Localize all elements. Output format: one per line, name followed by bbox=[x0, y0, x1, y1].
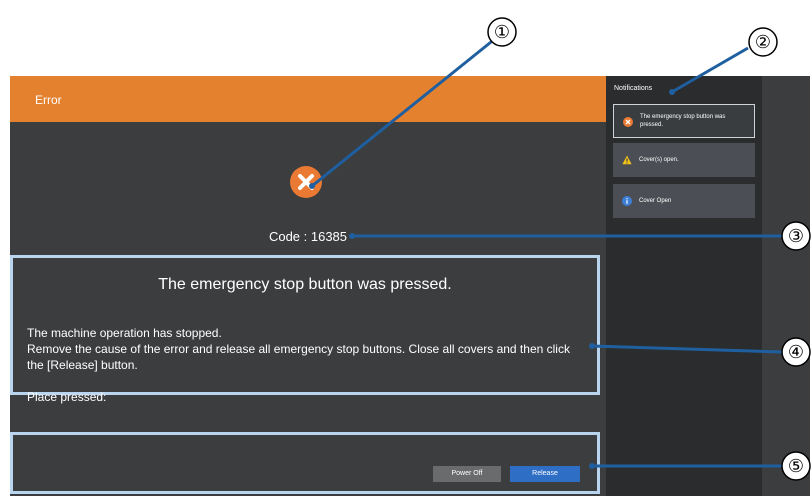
error-message-panel: The emergency stop button was pressed. T… bbox=[10, 255, 600, 404]
warning-icon bbox=[622, 155, 632, 165]
power-off-button[interactable]: Power Off bbox=[433, 466, 501, 482]
notification-text: Cover Open bbox=[639, 198, 672, 204]
info-icon bbox=[622, 196, 632, 206]
callout-marker-2: ② bbox=[748, 27, 778, 57]
error-message-title: The emergency stop button was pressed. bbox=[158, 276, 452, 293]
message-line: the [Release] button. bbox=[27, 358, 138, 372]
notification-text: Cover(s) open. bbox=[639, 157, 679, 163]
message-line: The machine operation has stopped. bbox=[27, 326, 222, 340]
place-pressed-label: Place pressed: bbox=[27, 390, 107, 404]
notification-item-covers-open[interactable]: Cover(s) open. bbox=[613, 143, 755, 177]
notification-item-cover-open[interactable]: Cover Open bbox=[613, 184, 755, 218]
error-x-icon bbox=[290, 166, 322, 198]
notification-text: The emergency stop button was pressed. bbox=[640, 114, 726, 128]
error-code: Code : 16385 bbox=[268, 229, 348, 244]
error-message-body: The machine operation has stopped. Remov… bbox=[27, 325, 591, 405]
release-button[interactable]: Release bbox=[510, 466, 580, 482]
title-bar: Error bbox=[10, 76, 606, 122]
callout-number: ① bbox=[494, 22, 510, 43]
message-line: Remove the cause of the error and releas… bbox=[27, 342, 570, 356]
error-icon bbox=[623, 117, 633, 127]
callout-marker-1: ① bbox=[487, 17, 517, 47]
notifications-panel: Notifications The emergency stop button … bbox=[606, 76, 762, 496]
callout-number: ② bbox=[755, 32, 771, 53]
error-window: Error Code : 16385 The emergency stop bu… bbox=[10, 76, 810, 496]
notifications-header: Notifications bbox=[614, 85, 653, 92]
window-title: Error bbox=[35, 93, 62, 107]
action-button-panel: Power Off Release bbox=[10, 432, 600, 494]
notification-item-emergency-stop[interactable]: The emergency stop button was pressed. bbox=[613, 104, 755, 138]
